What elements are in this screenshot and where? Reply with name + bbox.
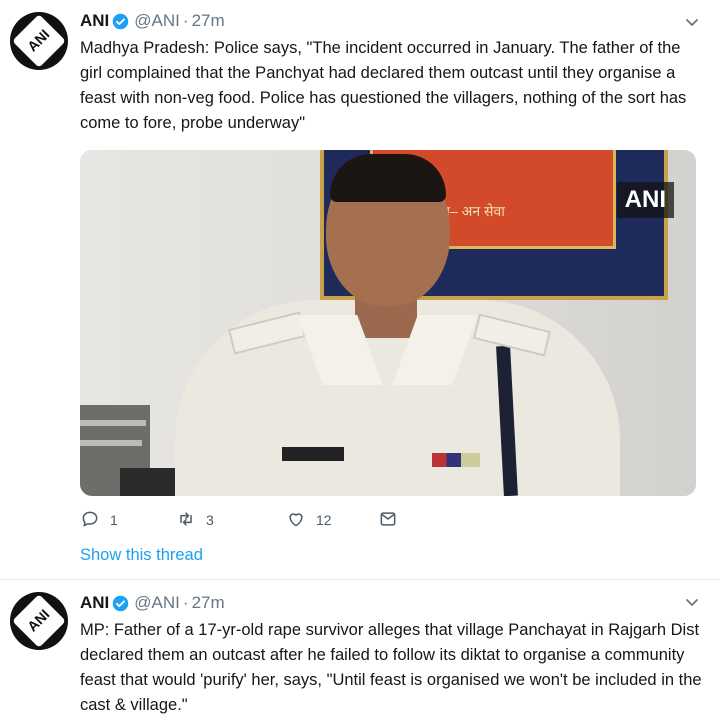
media-desk-device: [120, 468, 180, 496]
media-shelf-tray: [80, 440, 142, 446]
like-button[interactable]: 12: [286, 509, 378, 532]
tweet-header: ANI @ANI · 27m: [80, 592, 706, 614]
like-icon: [286, 509, 306, 532]
timestamp[interactable]: 27m: [192, 11, 225, 31]
separator-dot: ·: [182, 593, 189, 612]
show-thread-link[interactable]: Show this thread: [80, 546, 203, 565]
timestamp[interactable]: 27m: [192, 593, 225, 613]
tweet[interactable]: ANI ANI @ANI · 27m MP: Father of a 17-yr…: [0, 580, 720, 714]
chevron-down-icon[interactable]: [684, 594, 700, 610]
media-shelf-tray: [80, 420, 146, 426]
author-name[interactable]: ANI: [80, 593, 109, 613]
avatar-logo-text: ANI: [24, 606, 53, 635]
tweet-media-image[interactable]: त– अन सेवा ANI: [80, 150, 696, 496]
avatar[interactable]: ANI: [10, 592, 68, 650]
tweet-text: MP: Father of a 17-yr-old rape survivor …: [80, 621, 707, 714]
message-icon: [378, 509, 398, 532]
tweet-actions: 1 3 12: [80, 508, 706, 532]
reply-icon: [80, 509, 100, 532]
ani-logo: ANI: [12, 14, 66, 68]
reply-count: 1: [110, 512, 118, 528]
author-handle[interactable]: @ANI: [134, 593, 180, 613]
like-count: 12: [316, 512, 332, 528]
tweet[interactable]: ANI ANI @ANI · 27m Madhya Pradesh: Polic…: [0, 0, 720, 580]
media-watermark: ANI: [616, 182, 674, 218]
media-board-text: त– अन सेवा: [442, 203, 505, 219]
avatar[interactable]: ANI: [10, 12, 68, 70]
direct-message-button[interactable]: [378, 509, 398, 532]
tweet-header: ANI @ANI · 27m: [80, 10, 706, 32]
avatar-logo-text: ANI: [24, 26, 53, 55]
verified-badge-icon: [112, 595, 129, 612]
author-name[interactable]: ANI: [80, 11, 109, 31]
media-officer-hair: [330, 154, 446, 202]
ani-logo: ANI: [12, 594, 66, 648]
media-nameplate: [282, 447, 344, 461]
retweet-button[interactable]: 3: [176, 509, 286, 532]
verified-badge-icon: [112, 13, 129, 30]
separator-dot: ·: [182, 11, 189, 30]
author-handle[interactable]: @ANI: [134, 11, 180, 31]
retweet-icon: [176, 509, 196, 532]
media-ribbon-bar: [432, 453, 480, 467]
retweet-count: 3: [206, 512, 214, 528]
chevron-down-icon[interactable]: [684, 14, 700, 30]
tweet-text: Madhya Pradesh: Police says, "The incide…: [80, 39, 691, 132]
reply-button[interactable]: 1: [80, 509, 176, 532]
